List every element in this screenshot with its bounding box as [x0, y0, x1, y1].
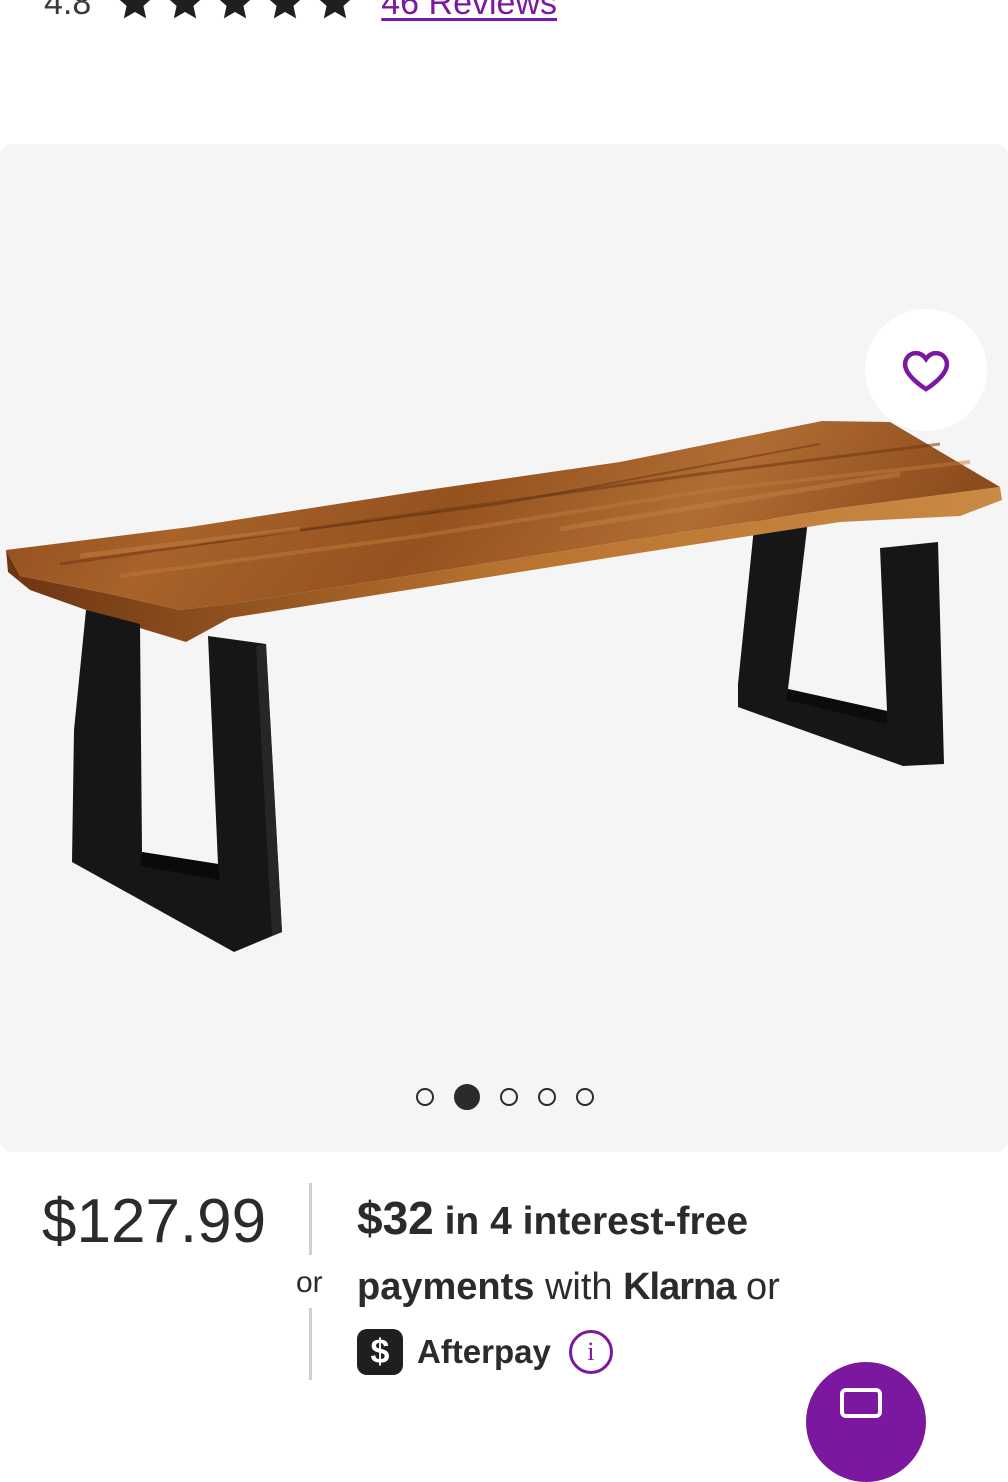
- star-icon: [170, 0, 201, 19]
- or-label: or: [296, 1266, 323, 1299]
- info-icon[interactable]: i: [568, 1330, 613, 1374]
- product-image: [6, 421, 1002, 952]
- star-icon: [220, 0, 251, 19]
- payments-label: payments: [357, 1266, 535, 1308]
- chat-button[interactable]: [806, 1362, 926, 1482]
- reviews-link[interactable]: 46 Reviews: [381, 0, 557, 23]
- rating-row: 4.8 46 Reviews: [44, 0, 557, 28]
- rating-stars: [113, 0, 357, 25]
- carousel-dot[interactable]: [576, 1088, 594, 1106]
- afterpay-icon: $: [357, 1329, 403, 1375]
- carousel-dot[interactable]: [538, 1088, 556, 1106]
- installment-line: $32 in 4 interest-free: [357, 1186, 997, 1254]
- heart-icon: [902, 350, 950, 392]
- carousel-dot[interactable]: [500, 1088, 518, 1106]
- installment-info: $32 in 4 interest-free payments with Kla…: [357, 1186, 997, 1384]
- divider: [309, 1183, 312, 1255]
- divider: [309, 1308, 312, 1380]
- carousel-dot-active[interactable]: [454, 1084, 480, 1110]
- product-price: $127.99: [42, 1187, 267, 1256]
- or-text: or: [735, 1266, 780, 1308]
- favorite-button[interactable]: [865, 309, 987, 431]
- afterpay-logo[interactable]: Afterpay: [417, 1333, 551, 1371]
- with-label: with: [534, 1266, 624, 1308]
- chat-icon: [840, 1388, 882, 1418]
- star-icon: [270, 0, 301, 19]
- klarna-logo[interactable]: Klarna: [623, 1266, 736, 1308]
- carousel-dot[interactable]: [416, 1088, 434, 1106]
- star-icon: [320, 0, 351, 19]
- carousel-indicators: [0, 1084, 1008, 1110]
- klarna-line: payments with Klarna or: [357, 1254, 997, 1320]
- rating-score: 4.8: [44, 0, 92, 22]
- installment-amount: $32: [357, 1192, 434, 1244]
- product-image-gallery[interactable]: [0, 144, 1008, 1152]
- installment-text: in 4 interest-free: [433, 1200, 749, 1243]
- star-icon: [120, 0, 151, 19]
